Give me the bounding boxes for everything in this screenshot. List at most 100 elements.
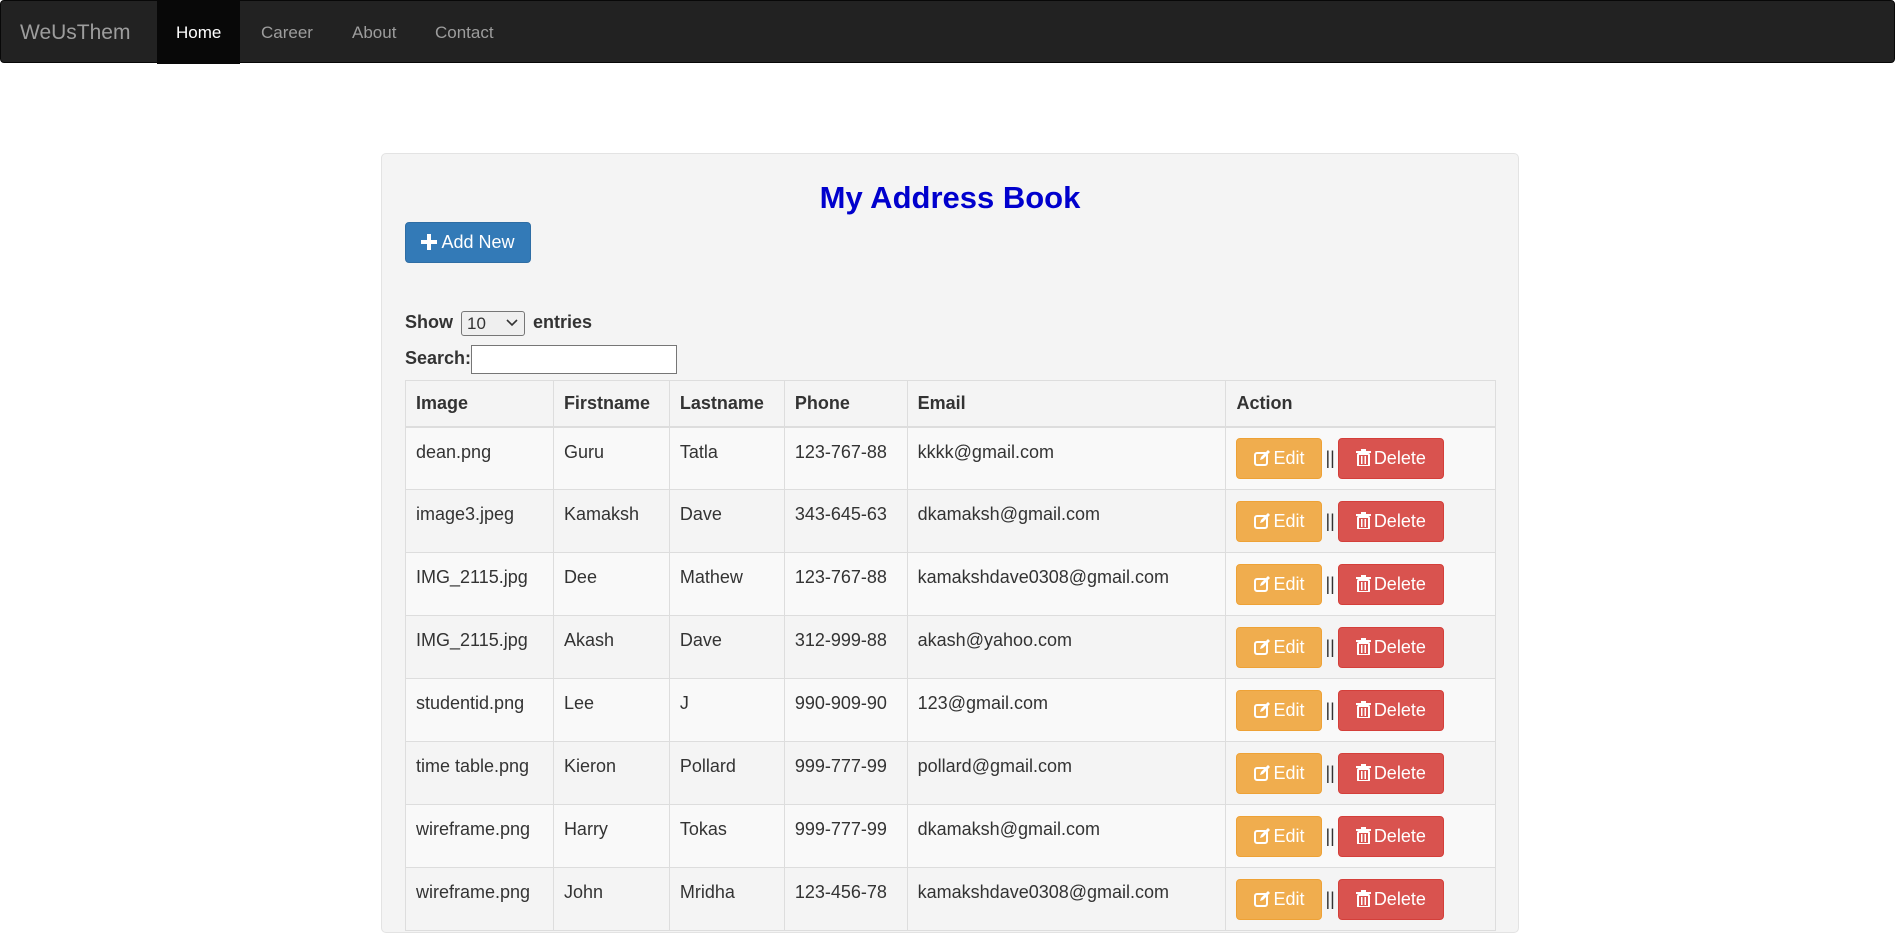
- cell-action: Edit || Delete: [1225, 615, 1496, 679]
- nav-home[interactable]: Home: [157, 1, 241, 64]
- cell-email: kkkk@gmail.com: [906, 426, 1227, 490]
- edit-icon: [1254, 575, 1271, 592]
- navbar: WeUsThem Home Career About Contact: [0, 0, 1895, 64]
- cell-phone: 990-909-90: [783, 678, 908, 742]
- delete-button[interactable]: Delete: [1337, 500, 1444, 542]
- edit-label: Edit: [1273, 636, 1305, 657]
- entries-label: entries: [533, 312, 593, 332]
- column-header-lastname[interactable]: Lastname: [668, 380, 785, 428]
- nav-about[interactable]: About: [333, 1, 415, 64]
- column-header-phone[interactable]: Phone: [783, 380, 908, 428]
- edit-label: Edit: [1273, 447, 1305, 468]
- delete-button[interactable]: Delete: [1337, 626, 1444, 668]
- edit-label: Edit: [1273, 510, 1305, 531]
- edit-label: Edit: [1273, 888, 1305, 909]
- edit-button[interactable]: Edit: [1236, 437, 1323, 479]
- cell-action: Edit || Delete: [1225, 489, 1496, 553]
- delete-button[interactable]: Delete: [1337, 563, 1444, 605]
- edit-button[interactable]: Edit: [1236, 815, 1323, 857]
- edit-icon: [1254, 638, 1271, 655]
- cell-firstname: Kieron: [552, 741, 670, 805]
- nav-career[interactable]: Career: [242, 1, 332, 64]
- table-row: wireframe.png John Mridha 123-456-78 kam…: [405, 867, 1496, 931]
- trash-icon: [1355, 637, 1371, 656]
- cell-phone: 123-456-78: [783, 867, 908, 931]
- cell-firstname: Harry: [552, 804, 670, 868]
- table-row: dean.png Guru Tatla 123-767-88 kkkk@gmai…: [405, 426, 1496, 490]
- trash-icon: [1355, 574, 1371, 593]
- cell-lastname: Tokas: [668, 804, 785, 868]
- action-separator: ||: [1325, 699, 1335, 720]
- cell-lastname: Tatla: [668, 426, 785, 490]
- cell-lastname: Mathew: [668, 552, 785, 616]
- delete-button[interactable]: Delete: [1337, 689, 1444, 731]
- cell-image: IMG_2115.jpg: [405, 615, 554, 679]
- cell-image: wireframe.png: [405, 867, 554, 931]
- table-row: image3.jpeg Kamaksh Dave 343-645-63 dkam…: [405, 489, 1496, 553]
- cell-firstname: Akash: [552, 615, 670, 679]
- entries-select-value: 10: [467, 313, 486, 333]
- plus-icon: [421, 234, 438, 250]
- search-control: Search:: [405, 344, 678, 374]
- column-header-image[interactable]: Image: [405, 380, 554, 428]
- nav-contact[interactable]: Contact: [416, 1, 513, 64]
- delete-label: Delete: [1373, 510, 1426, 531]
- edit-label: Edit: [1273, 825, 1305, 846]
- edit-button[interactable]: Edit: [1236, 878, 1323, 920]
- table-row: IMG_2115.jpg Akash Dave 312-999-88 akash…: [405, 615, 1496, 679]
- cell-image: image3.jpeg: [405, 489, 554, 553]
- cell-action: Edit || Delete: [1225, 867, 1496, 931]
- add-new-button[interactable]: Add New: [405, 222, 531, 263]
- action-separator: ||: [1325, 888, 1335, 909]
- search-label: Search:: [405, 348, 472, 368]
- column-header-firstname[interactable]: Firstname: [552, 380, 670, 428]
- delete-button[interactable]: Delete: [1337, 752, 1444, 794]
- edit-button[interactable]: Edit: [1236, 563, 1323, 605]
- cell-firstname: John: [552, 867, 670, 931]
- chevron-down-icon: [506, 319, 518, 326]
- delete-button[interactable]: Delete: [1337, 878, 1444, 920]
- delete-label: Delete: [1373, 573, 1426, 594]
- table-row: studentid.png Lee J 990-909-90 123@gmail…: [405, 678, 1496, 742]
- edit-button[interactable]: Edit: [1236, 500, 1323, 542]
- edit-button[interactable]: Edit: [1236, 626, 1323, 668]
- cell-action: Edit || Delete: [1225, 426, 1496, 490]
- trash-icon: [1355, 889, 1371, 908]
- page-title: My Address Book: [819, 180, 1081, 215]
- delete-label: Delete: [1373, 888, 1426, 909]
- column-header-email[interactable]: Email: [906, 380, 1227, 428]
- column-header-action[interactable]: Action: [1225, 380, 1496, 428]
- cell-image: studentid.png: [405, 678, 554, 742]
- delete-button[interactable]: Delete: [1337, 815, 1444, 857]
- delete-button[interactable]: Delete: [1337, 437, 1444, 479]
- edit-button[interactable]: Edit: [1236, 752, 1323, 794]
- brand-link[interactable]: WeUsThem: [20, 1, 130, 64]
- cell-lastname: Dave: [668, 489, 785, 553]
- cell-action: Edit || Delete: [1225, 741, 1496, 805]
- edit-label: Edit: [1273, 762, 1305, 783]
- table-row: wireframe.png Harry Tokas 999-777-99 dka…: [405, 804, 1496, 868]
- entries-select[interactable]: 10: [461, 310, 526, 336]
- action-separator: ||: [1325, 573, 1335, 594]
- cell-lastname: Dave: [668, 615, 785, 679]
- trash-icon: [1355, 826, 1371, 845]
- edit-button[interactable]: Edit: [1236, 689, 1323, 731]
- edit-icon: [1254, 449, 1271, 466]
- action-separator: ||: [1325, 636, 1335, 657]
- action-separator: ||: [1325, 510, 1335, 531]
- trash-icon: [1355, 763, 1371, 782]
- cell-phone: 123-767-88: [783, 426, 908, 490]
- cell-lastname: Pollard: [668, 741, 785, 805]
- entries-length-control: Show 10 entries: [405, 309, 592, 336]
- delete-label: Delete: [1373, 447, 1426, 468]
- cell-email: kamakshdave0308@gmail.com: [906, 552, 1227, 616]
- cell-email: kamakshdave0308@gmail.com: [906, 867, 1227, 931]
- cell-firstname: Dee: [552, 552, 670, 616]
- action-separator: ||: [1325, 762, 1335, 783]
- trash-icon: [1355, 448, 1371, 467]
- action-separator: ||: [1325, 825, 1335, 846]
- cell-phone: 123-767-88: [783, 552, 908, 616]
- search-input[interactable]: [471, 344, 678, 374]
- cell-phone: 999-777-99: [783, 741, 908, 805]
- edit-icon: [1254, 827, 1271, 844]
